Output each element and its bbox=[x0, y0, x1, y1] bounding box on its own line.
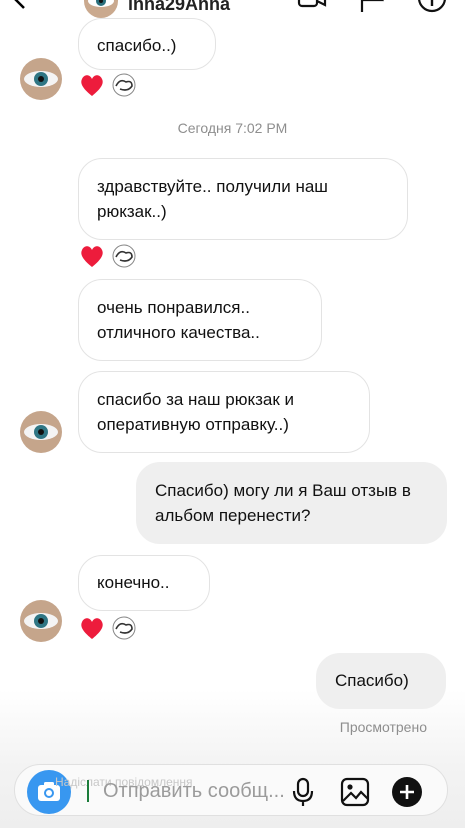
sender-avatar[interactable] bbox=[20, 600, 62, 642]
flag-icon[interactable] bbox=[356, 0, 388, 14]
heart-icon bbox=[81, 246, 103, 267]
message-bubble-incoming[interactable]: спасибо за наш рюкзак и оперативную отпр… bbox=[78, 371, 370, 453]
message-bubble-incoming[interactable]: спасибо..) bbox=[78, 18, 216, 70]
reaction-row[interactable] bbox=[80, 615, 140, 641]
reaction-row[interactable] bbox=[80, 243, 140, 269]
sender-avatar[interactable] bbox=[20, 58, 62, 100]
message-bubble-outgoing[interactable]: Спасибо) bbox=[316, 653, 446, 709]
video-camera-icon[interactable] bbox=[296, 0, 328, 14]
plus-icon[interactable] bbox=[391, 776, 423, 808]
message-text: Спасибо) bbox=[335, 671, 409, 690]
message-text: Спасибо) могу ли я Ваш отзыв в альбом пе… bbox=[155, 481, 411, 525]
message-text: конечно.. bbox=[97, 573, 170, 592]
message-bubble-incoming[interactable]: очень понравился.. отличного качества.. bbox=[78, 279, 322, 361]
message-input[interactable]: Отправить сообщ... bbox=[103, 780, 285, 803]
message-text: спасибо за наш рюкзак и оперативную отпр… bbox=[97, 390, 294, 434]
text-caret bbox=[87, 780, 89, 802]
seen-status: Просмотрено bbox=[339, 719, 427, 735]
reaction-face-icon bbox=[112, 244, 136, 268]
reaction-row[interactable] bbox=[80, 72, 140, 98]
back-arrow-icon[interactable] bbox=[8, 0, 48, 18]
message-text: здравствуйте.. получили наш рюкзак..) bbox=[97, 177, 328, 221]
heart-icon bbox=[81, 618, 103, 639]
chat-header: inna29Anna bbox=[0, 0, 465, 18]
heart-icon bbox=[81, 75, 103, 96]
message-composer[interactable]: Надіслати повідомлення Отправить сообщ..… bbox=[14, 764, 448, 816]
header-username[interactable]: inna29Anna bbox=[128, 0, 230, 15]
reaction-face-icon bbox=[112, 73, 136, 97]
message-bubble-incoming[interactable]: здравствуйте.. получили наш рюкзак..) bbox=[78, 158, 408, 240]
reaction-face-icon bbox=[112, 616, 136, 640]
sender-avatar[interactable] bbox=[20, 411, 62, 453]
message-timestamp: Сегодня 7:02 PM bbox=[177, 120, 288, 136]
gallery-icon[interactable] bbox=[339, 776, 371, 808]
message-bubble-incoming[interactable]: конечно.. bbox=[78, 555, 210, 611]
message-bubble-outgoing[interactable]: Спасибо) могу ли я Ваш отзыв в альбом пе… bbox=[136, 462, 447, 544]
header-avatar[interactable] bbox=[84, 0, 118, 18]
info-icon[interactable] bbox=[416, 0, 448, 14]
microphone-icon[interactable] bbox=[287, 776, 319, 808]
message-text: очень понравился.. отличного качества.. bbox=[97, 298, 260, 342]
message-text: спасибо..) bbox=[97, 36, 177, 55]
